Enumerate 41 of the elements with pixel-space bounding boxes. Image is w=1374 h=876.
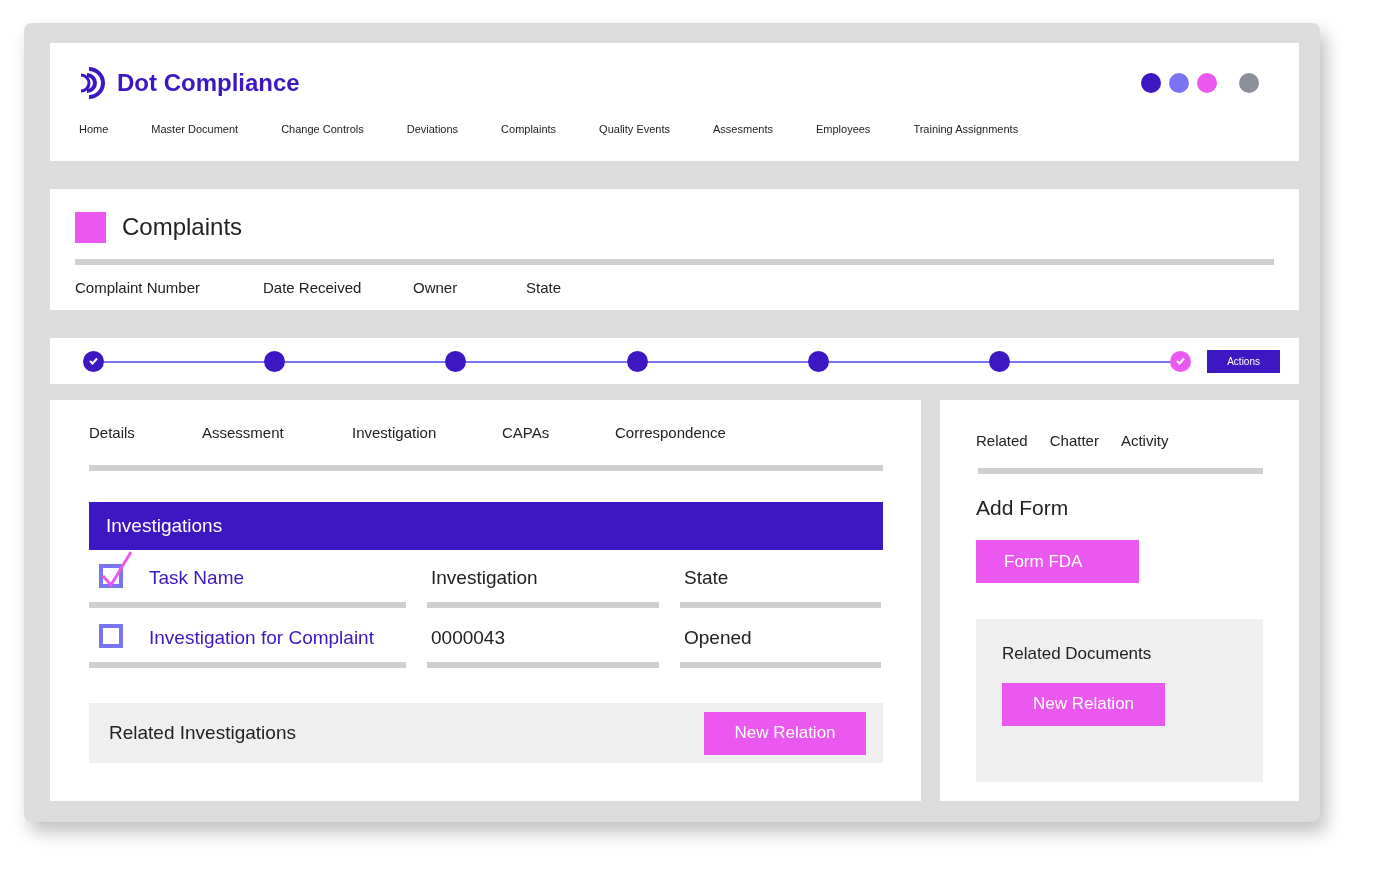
check-icon (1176, 357, 1186, 365)
column-header: Investigation (431, 565, 538, 590)
section-title: Add Form (976, 494, 1070, 521)
tab[interactable]: CAPAs (502, 422, 615, 445)
tab[interactable]: Related (976, 430, 1028, 453)
actions-button[interactable]: Actions (1207, 349, 1280, 373)
avatar[interactable] (1239, 73, 1259, 93)
nav-link[interactable]: Deviations (406, 121, 459, 138)
brand-name: Dot Compliance (117, 68, 300, 98)
color-dot[interactable] (1169, 73, 1189, 93)
section-header: Investigations (89, 501, 883, 550)
page-title: Complaints (122, 212, 243, 242)
nav-link[interactable]: Employees (815, 121, 871, 138)
table-cell-text: Opened (684, 625, 752, 650)
tab[interactable]: Chatter (1049, 430, 1099, 453)
tab[interactable]: Investigation (352, 422, 502, 445)
task-link[interactable]: Investigation for Complaint (149, 623, 374, 653)
field-label: State (526, 278, 563, 298)
complaints-icon (75, 211, 106, 243)
color-dot[interactable] (1141, 73, 1161, 93)
check-icon (89, 357, 98, 365)
column-header: State (684, 565, 729, 590)
table-cell-text: 0000043 (431, 625, 505, 650)
nav-link[interactable]: Complaints (501, 121, 557, 138)
nav-link[interactable]: Master Document (151, 121, 239, 138)
tab[interactable]: Assessment (202, 422, 352, 445)
column-header: Task Name (149, 565, 245, 590)
field-label: Owner (413, 278, 459, 298)
field-label: Complaint Number (75, 278, 202, 298)
nav-link[interactable]: Change Controls (281, 121, 364, 138)
tab[interactable]: Activity (1120, 430, 1169, 453)
nav-link[interactable]: Assesments (713, 121, 773, 138)
nav-link[interactable]: Home (79, 121, 109, 138)
nav-link[interactable]: Quality Events (599, 121, 671, 138)
panel-title: Related Investigations (109, 720, 296, 745)
tab[interactable]: Correspondence (615, 422, 755, 445)
tab[interactable]: Details (89, 422, 202, 445)
field-label: Date Received (263, 278, 363, 298)
panel-title: Related Documents (1002, 643, 1153, 665)
color-dot[interactable] (1197, 73, 1217, 93)
nav-link[interactable]: Training Assignments (913, 121, 1019, 138)
